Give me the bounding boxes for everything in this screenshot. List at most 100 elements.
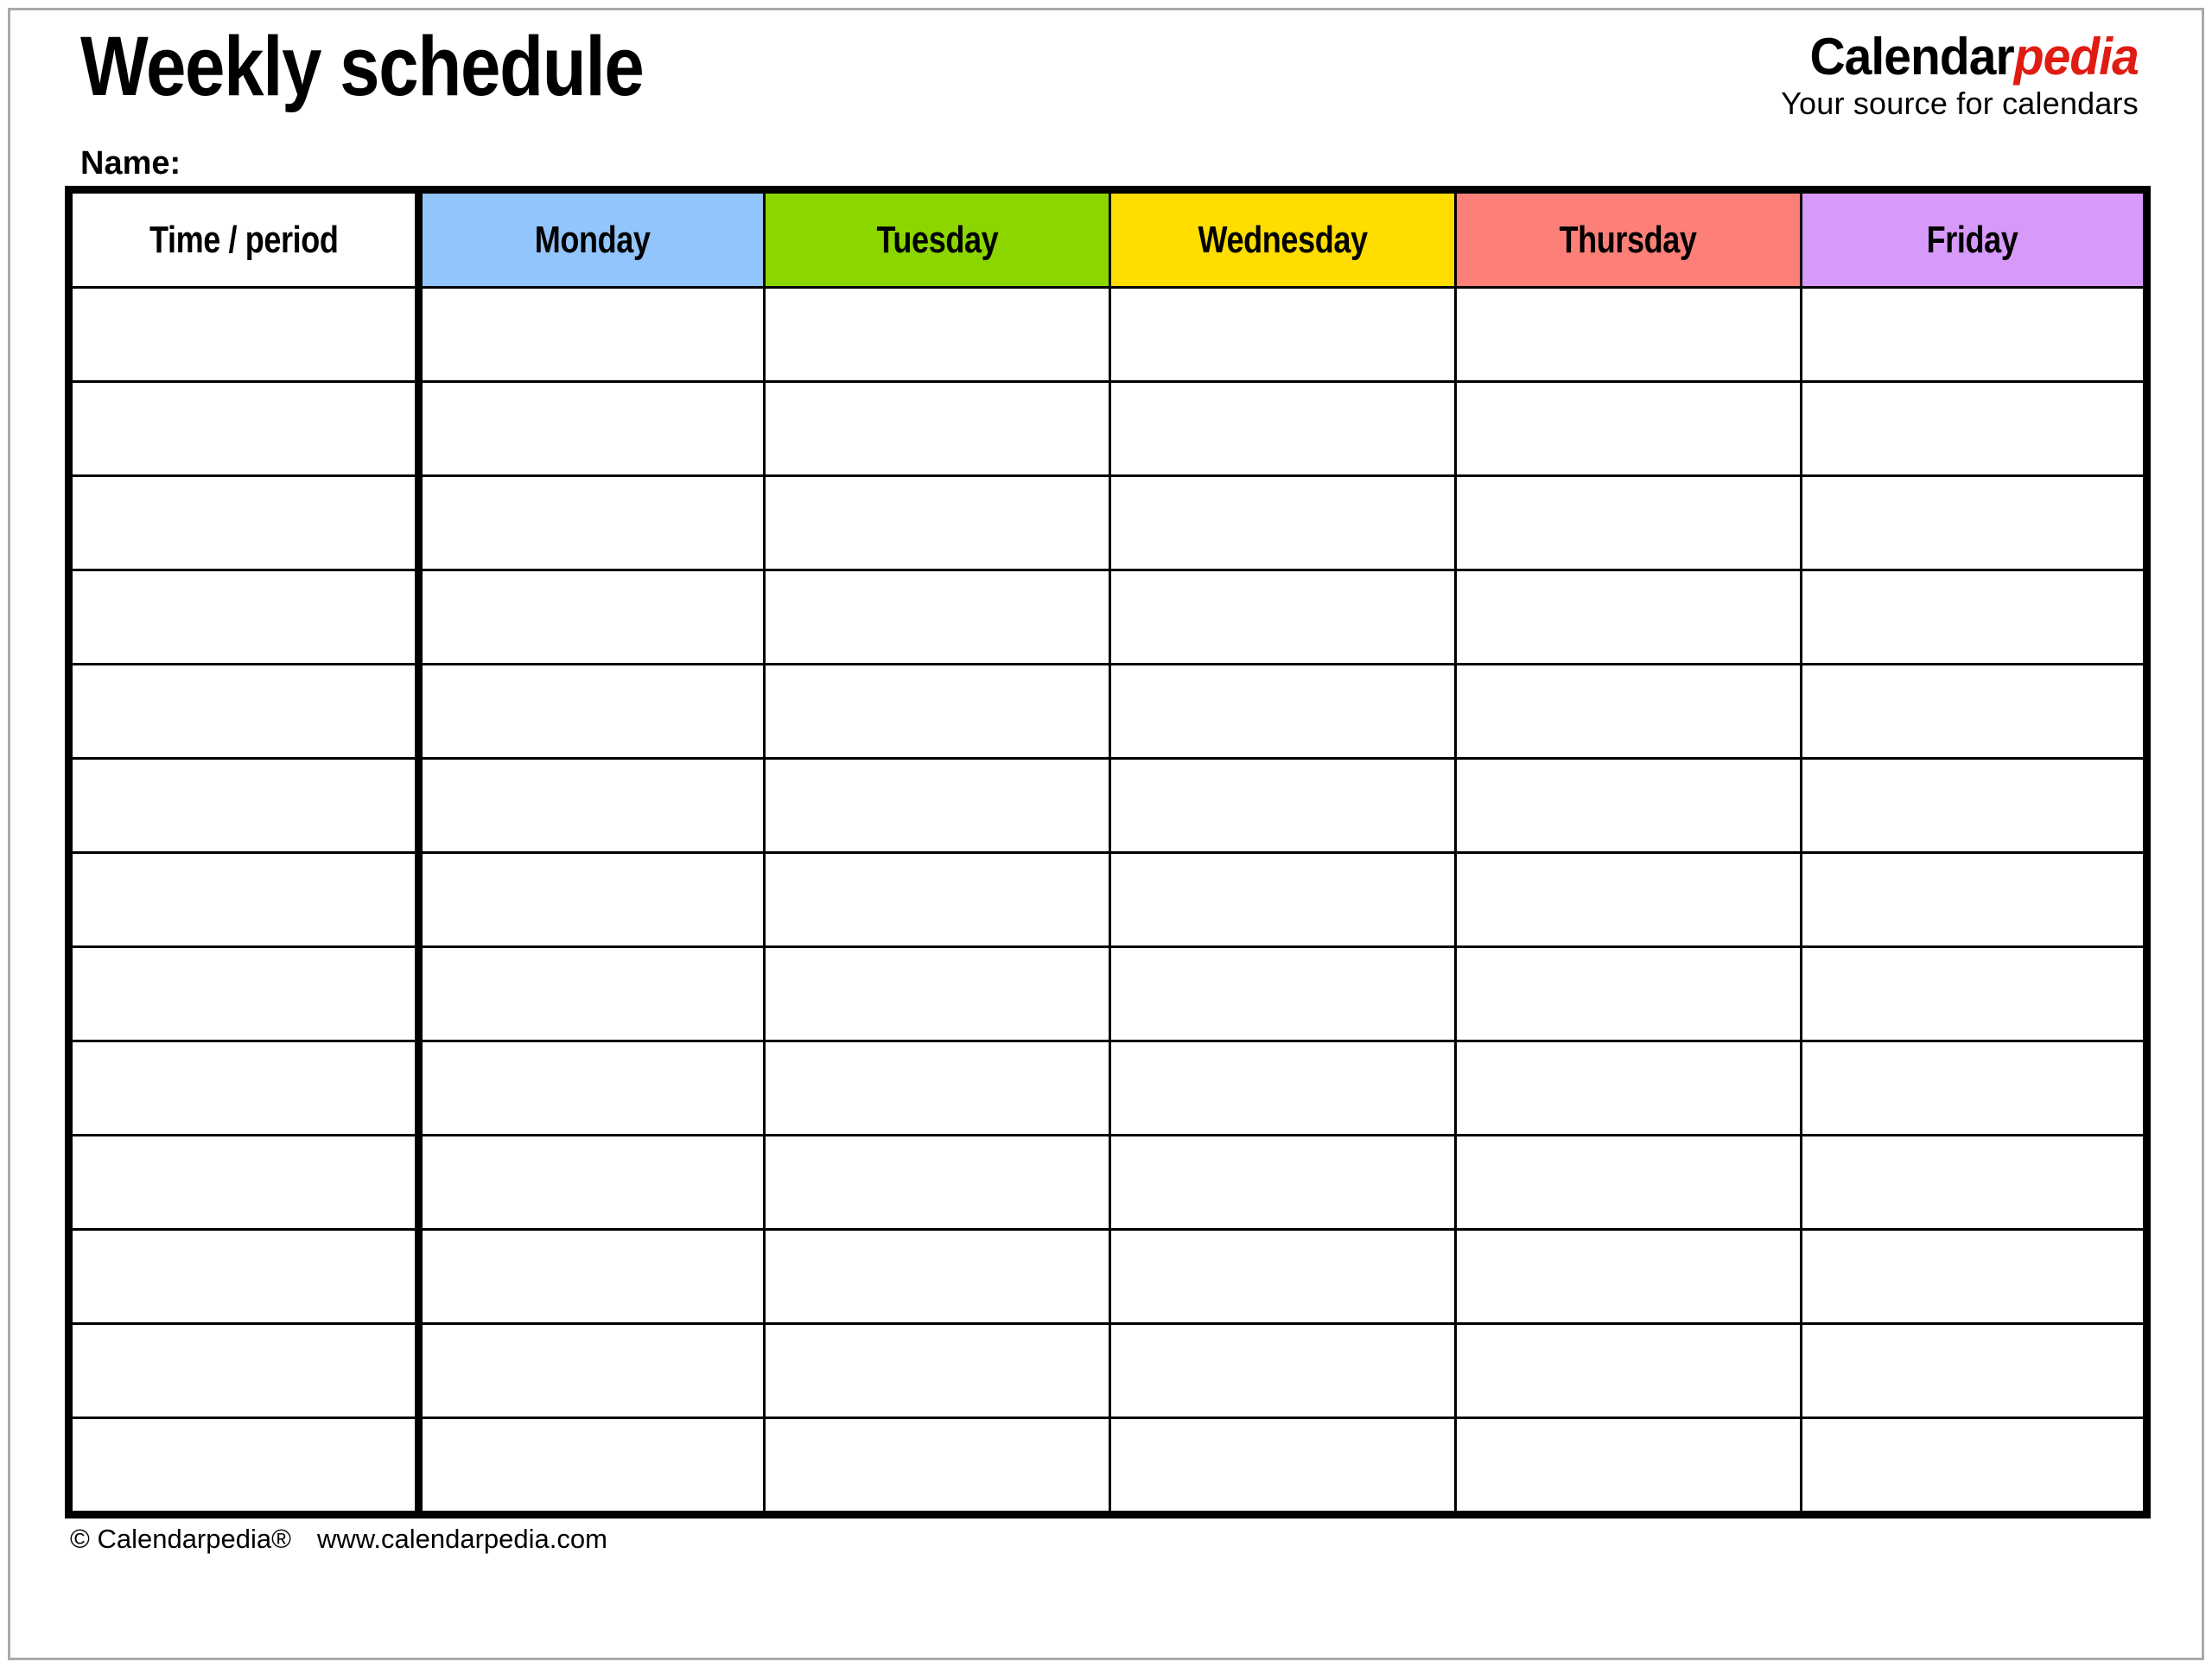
table-row bbox=[67, 945, 2148, 1042]
schedule-cell-time[interactable] bbox=[67, 1040, 423, 1136]
schedule-cell-wednesday[interactable] bbox=[1109, 1040, 1457, 1136]
schedule-cell-thursday[interactable] bbox=[1454, 569, 1802, 665]
schedule-cell-thursday[interactable] bbox=[1454, 851, 1802, 948]
schedule-cell-friday[interactable] bbox=[1800, 286, 2148, 383]
column-header-label: Wednesday bbox=[1198, 218, 1368, 261]
column-header-label: Thursday bbox=[1559, 218, 1698, 261]
page-title: Weekly schedule bbox=[80, 19, 645, 113]
schedule-cell-time[interactable] bbox=[67, 286, 423, 383]
schedule-cell-monday[interactable] bbox=[417, 945, 766, 1042]
schedule-cell-thursday[interactable] bbox=[1454, 380, 1802, 477]
schedule-cell-monday[interactable] bbox=[417, 757, 766, 854]
column-header-label: Friday bbox=[1927, 218, 2018, 261]
schedule-cell-thursday[interactable] bbox=[1454, 1417, 1802, 1516]
schedule-cell-tuesday[interactable] bbox=[763, 945, 1111, 1042]
weekly-schedule-page: Weekly schedule Name: Calendarpedia Your… bbox=[0, 0, 2212, 1668]
schedule-cell-monday[interactable] bbox=[417, 1228, 766, 1325]
schedule-cell-thursday[interactable] bbox=[1454, 1228, 1802, 1325]
schedule-cell-tuesday[interactable] bbox=[763, 1228, 1111, 1325]
schedule-cell-time[interactable] bbox=[67, 1228, 423, 1325]
schedule-cell-monday[interactable] bbox=[417, 1322, 766, 1419]
schedule-cell-monday[interactable] bbox=[417, 1134, 766, 1231]
table-header: Time / period Monday Tuesday Wednesday T bbox=[67, 188, 2148, 289]
column-header-tuesday: Tuesday bbox=[763, 188, 1111, 289]
schedule-cell-friday[interactable] bbox=[1800, 380, 2148, 477]
schedule-cell-monday[interactable] bbox=[417, 851, 766, 948]
schedule-cell-monday[interactable] bbox=[417, 1040, 766, 1136]
table-row bbox=[67, 286, 2148, 383]
schedule-cell-friday[interactable] bbox=[1800, 851, 2148, 948]
schedule-cell-wednesday[interactable] bbox=[1109, 1134, 1457, 1231]
schedule-cell-tuesday[interactable] bbox=[763, 474, 1111, 571]
schedule-cell-wednesday[interactable] bbox=[1109, 757, 1457, 854]
schedule-cell-monday[interactable] bbox=[417, 474, 766, 571]
schedule-cell-monday[interactable] bbox=[417, 1417, 766, 1516]
brand-word-calendar: Calendar bbox=[1809, 28, 2015, 86]
schedule-cell-wednesday[interactable] bbox=[1109, 569, 1457, 665]
schedule-cell-monday[interactable] bbox=[417, 569, 766, 665]
schedule-cell-friday[interactable] bbox=[1800, 474, 2148, 571]
schedule-cell-time[interactable] bbox=[67, 663, 423, 760]
schedule-cell-time[interactable] bbox=[67, 569, 423, 665]
schedule-cell-friday[interactable] bbox=[1800, 569, 2148, 665]
schedule-cell-wednesday[interactable] bbox=[1109, 945, 1457, 1042]
page-header: Weekly schedule Name: Calendarpedia Your… bbox=[65, 0, 2147, 186]
schedule-cell-wednesday[interactable] bbox=[1109, 474, 1457, 571]
schedule-cell-friday[interactable] bbox=[1800, 757, 2148, 854]
schedule-cell-wednesday[interactable] bbox=[1109, 1417, 1457, 1516]
footer-website: www.calendarpedia.com bbox=[316, 1524, 607, 1554]
schedule-cell-tuesday[interactable] bbox=[763, 1134, 1111, 1231]
schedule-cell-thursday[interactable] bbox=[1454, 286, 1802, 383]
schedule-cell-time[interactable] bbox=[67, 1134, 423, 1231]
schedule-cell-thursday[interactable] bbox=[1454, 1040, 1802, 1136]
schedule-cell-friday[interactable] bbox=[1800, 1322, 2148, 1419]
schedule-cell-tuesday[interactable] bbox=[763, 380, 1111, 477]
schedule-cell-time[interactable] bbox=[67, 851, 423, 948]
schedule-cell-monday[interactable] bbox=[417, 663, 766, 760]
schedule-cell-friday[interactable] bbox=[1800, 945, 2148, 1042]
weekly-schedule-table: Time / period Monday Tuesday Wednesday T bbox=[65, 186, 2151, 1518]
column-header-label: Monday bbox=[535, 218, 651, 261]
schedule-cell-wednesday[interactable] bbox=[1109, 1322, 1457, 1419]
schedule-cell-time[interactable] bbox=[67, 1417, 423, 1516]
table-body bbox=[67, 286, 2148, 1516]
schedule-cell-wednesday[interactable] bbox=[1109, 380, 1457, 477]
schedule-cell-thursday[interactable] bbox=[1454, 663, 1802, 760]
table-row bbox=[67, 757, 2148, 854]
schedule-cell-friday[interactable] bbox=[1800, 1040, 2148, 1136]
schedule-cell-time[interactable] bbox=[67, 757, 423, 854]
schedule-cell-wednesday[interactable] bbox=[1109, 851, 1457, 948]
schedule-cell-thursday[interactable] bbox=[1454, 945, 1802, 1042]
name-field-label: Name: bbox=[80, 145, 181, 181]
schedule-cell-time[interactable] bbox=[67, 474, 423, 571]
schedule-cell-monday[interactable] bbox=[417, 286, 766, 383]
schedule-cell-thursday[interactable] bbox=[1454, 474, 1802, 571]
schedule-cell-tuesday[interactable] bbox=[763, 663, 1111, 760]
schedule-cell-tuesday[interactable] bbox=[763, 757, 1111, 854]
table-row bbox=[67, 1040, 2148, 1136]
schedule-cell-friday[interactable] bbox=[1800, 663, 2148, 760]
schedule-cell-thursday[interactable] bbox=[1454, 1322, 1802, 1419]
schedule-cell-wednesday[interactable] bbox=[1109, 1228, 1457, 1325]
table-row bbox=[67, 1228, 2148, 1325]
schedule-cell-tuesday[interactable] bbox=[763, 286, 1111, 383]
schedule-cell-wednesday[interactable] bbox=[1109, 286, 1457, 383]
column-header-label: Time / period bbox=[149, 218, 339, 261]
schedule-cell-thursday[interactable] bbox=[1454, 757, 1802, 854]
column-header-time-period: Time / period bbox=[67, 188, 423, 289]
schedule-cell-friday[interactable] bbox=[1800, 1228, 2148, 1325]
schedule-cell-friday[interactable] bbox=[1800, 1134, 2148, 1231]
table-row bbox=[67, 1134, 2148, 1231]
schedule-cell-time[interactable] bbox=[67, 1322, 423, 1419]
schedule-cell-tuesday[interactable] bbox=[763, 1040, 1111, 1136]
schedule-cell-tuesday[interactable] bbox=[763, 569, 1111, 665]
schedule-cell-time[interactable] bbox=[67, 380, 423, 477]
schedule-cell-monday[interactable] bbox=[417, 380, 766, 477]
schedule-cell-thursday[interactable] bbox=[1454, 1134, 1802, 1231]
schedule-cell-tuesday[interactable] bbox=[763, 1322, 1111, 1419]
schedule-cell-tuesday[interactable] bbox=[763, 851, 1111, 948]
schedule-cell-time[interactable] bbox=[67, 945, 423, 1042]
schedule-cell-tuesday[interactable] bbox=[763, 1417, 1111, 1516]
schedule-cell-wednesday[interactable] bbox=[1109, 663, 1457, 760]
schedule-cell-friday[interactable] bbox=[1800, 1417, 2148, 1516]
